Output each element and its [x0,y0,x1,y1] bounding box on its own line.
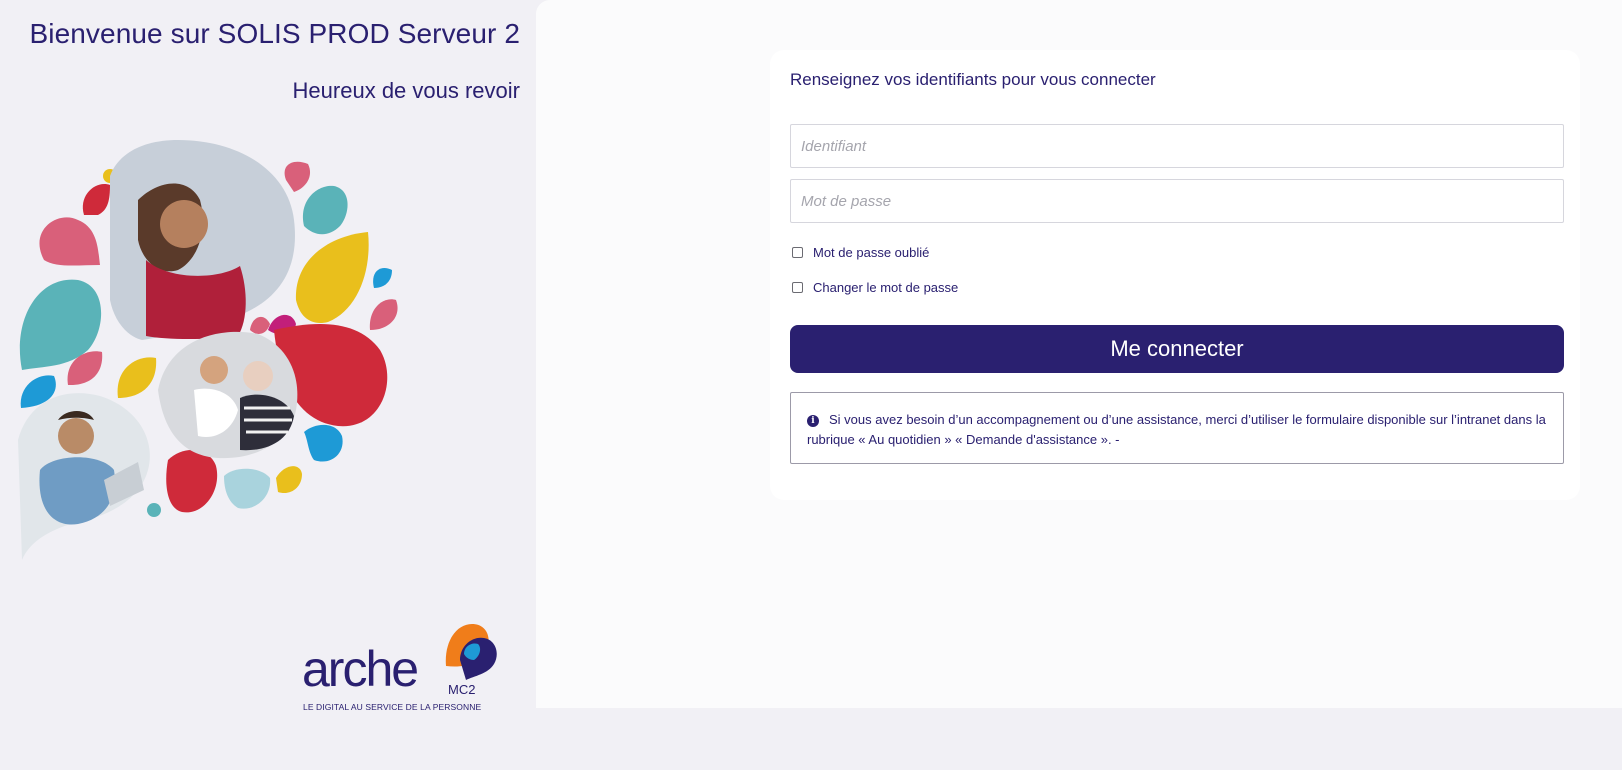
info-circle-icon: i [807,415,819,427]
logo-suffix: MC2 [448,682,476,697]
welcome-title: Bienvenue sur SOLIS PROD Serveur 2 [29,18,520,49]
change-password-option[interactable]: Changer le mot de passe [792,280,958,295]
right-panel: Renseignez vos identifiants pour vous co… [536,0,1622,708]
logo-mark-icon [445,624,497,680]
drop-shape [224,468,271,509]
left-panel: Bienvenue sur SOLIS PROD Serveur 2 Heure… [0,0,536,770]
drop-shape [295,232,369,324]
drop-shape [39,217,100,266]
drop-shape [373,268,392,288]
drop-shape [369,299,398,330]
illustration-image [18,140,398,560]
forgot-password-label: Mot de passe oublié [813,245,930,260]
drop-shape [304,424,343,462]
drop-shape [82,184,110,215]
drop-shape [302,185,348,235]
welcome-subtitle: Heureux de vous revoir [292,78,520,103]
drop-shape [276,466,302,494]
drop-shape [147,503,161,517]
connect-button[interactable]: Me connecter [790,325,1564,373]
drop-shape [284,161,311,192]
arche-logo: arche MC2 LE DIGITAL AU SERVICE DE LA PE… [300,620,500,715]
password-input[interactable] [790,179,1564,223]
assistance-info-text: Si vous avez besoin d’un accompagnement … [807,412,1546,447]
logo-tagline: LE DIGITAL AU SERVICE DE LA PERSONNE [303,702,482,712]
logo-wordmark: arche [302,641,419,697]
drop-shape [166,449,218,513]
forgot-password-checkbox[interactable] [792,247,803,258]
login-form: Renseignez vos identifiants pour vous co… [770,50,1580,500]
username-input[interactable] [790,124,1564,168]
change-password-checkbox[interactable] [792,282,803,293]
assistance-info-box: i Si vous avez besoin d’un accompagnement… [790,392,1564,464]
drop-shape [250,316,270,334]
forgot-password-option[interactable]: Mot de passe oublié [792,245,929,260]
change-password-label: Changer le mot de passe [813,280,959,295]
drop-shape [117,357,157,398]
login-heading: Renseignez vos identifiants pour vous co… [790,70,1156,89]
